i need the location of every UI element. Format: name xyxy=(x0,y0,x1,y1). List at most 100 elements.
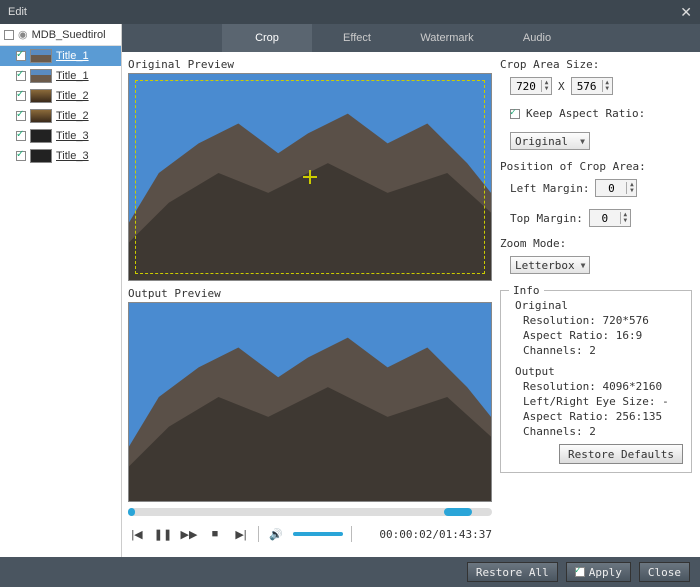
chevron-down-icon2: ▼ xyxy=(581,261,586,270)
root-checkbox[interactable] xyxy=(4,30,14,40)
item-label: Title_1 xyxy=(56,70,89,82)
ff-icon[interactable]: ▶▶ xyxy=(180,525,198,543)
spinner-arrows2[interactable]: ▲▼ xyxy=(602,80,612,92)
item-checkbox[interactable] xyxy=(16,151,26,161)
item-checkbox[interactable] xyxy=(16,91,26,101)
top-margin-label: Top Margin: xyxy=(510,212,583,225)
out-label: Output Preview xyxy=(128,287,492,300)
volume-slider[interactable] xyxy=(293,532,343,536)
sidebar-item[interactable]: Title_1 xyxy=(0,46,121,66)
left-margin-label: Left Margin: xyxy=(510,182,589,195)
item-label: Title_2 xyxy=(56,110,89,122)
item-checkbox[interactable] xyxy=(16,71,26,81)
ratio-select[interactable]: Original ▼ xyxy=(510,132,590,150)
x-sep: X xyxy=(558,80,565,93)
info-orig-ch: Channels: 2 xyxy=(523,344,683,357)
ratio-select-row: Original ▼ xyxy=(510,132,692,150)
tree: Title_1 Title_1 Title_2 Title_2 Title_3 Title… xyxy=(0,46,121,166)
info-orig-ar: Aspect Ratio: 16:9 xyxy=(523,329,683,342)
previews: Original Preview Output Preview xyxy=(128,58,492,553)
playback-controls: |◀ ❚❚ ▶▶ ■ ▶| 🔊 00:00:02/01:43:37 xyxy=(128,522,492,546)
stop-icon[interactable]: ■ xyxy=(206,525,224,543)
crop-center-icon[interactable] xyxy=(303,170,317,184)
left-margin-input[interactable]: ▲▼ xyxy=(595,179,637,197)
tab-effect[interactable]: Effect xyxy=(312,24,402,52)
left-margin-row: Left Margin: ▲▼ xyxy=(510,179,692,197)
keep-ratio-row: Keep Aspect Ratio: xyxy=(510,107,692,120)
tab-audio[interactable]: Audio xyxy=(492,24,582,52)
item-checkbox[interactable] xyxy=(16,111,26,121)
top-margin-field[interactable] xyxy=(590,212,620,225)
sidebar-root[interactable]: ◉ MDB_Suedtirol xyxy=(0,24,121,46)
sidebar-item[interactable]: Title_2 xyxy=(0,86,121,106)
info-out-h: Output xyxy=(515,365,683,378)
main: ◉ MDB_Suedtirol Title_1Title_1Title_2Tit… xyxy=(0,24,700,557)
top-margin-row: Top Margin: ▲▼ xyxy=(510,209,692,227)
zoom-row: Letterbox ▼ xyxy=(510,256,692,274)
info-out-ar: Aspect Ratio: 256:135 xyxy=(523,410,683,423)
item-label: Title_2 xyxy=(56,90,89,102)
zoom-select-value: Letterbox xyxy=(515,259,575,272)
volume-icon[interactable]: 🔊 xyxy=(267,525,285,543)
chevron-down-icon: ▼ xyxy=(580,137,585,146)
time-display: 00:00:02/01:43:37 xyxy=(379,528,492,541)
titlebar: Edit ✕ xyxy=(0,0,700,24)
item-checkbox[interactable] xyxy=(16,51,26,61)
sidebar-item[interactable]: Title_3 xyxy=(0,126,121,146)
crop-width-input[interactable]: ▲▼ xyxy=(510,77,552,95)
disc-icon: ◉ xyxy=(18,28,28,41)
sidebar-item[interactable]: Title_3 xyxy=(0,146,121,166)
apply-label: Apply xyxy=(589,566,622,579)
thumbnail xyxy=(30,49,52,63)
prev-icon[interactable]: |◀ xyxy=(128,525,146,543)
info-out-res: Resolution: 4096*2160 xyxy=(523,380,683,393)
info-legend: Info xyxy=(509,284,544,297)
orig-label: Original Preview xyxy=(128,58,492,71)
item-checkbox[interactable] xyxy=(16,131,26,141)
info-box: Info Original Resolution: 720*576 Aspect… xyxy=(500,290,692,473)
output-preview xyxy=(128,302,492,502)
info-orig-h: Original xyxy=(515,299,683,312)
divider2 xyxy=(351,526,352,542)
keep-ratio-checkbox[interactable] xyxy=(510,109,520,119)
ratio-select-value: Original xyxy=(515,135,568,148)
restore-all-button[interactable]: Restore All xyxy=(467,562,558,582)
zoom-select[interactable]: Letterbox ▼ xyxy=(510,256,590,274)
close-button[interactable]: Close xyxy=(639,562,690,582)
restore-defaults-button[interactable]: Restore Defaults xyxy=(559,444,683,464)
crop-height-input[interactable]: ▲▼ xyxy=(571,77,613,95)
item-label: Title_3 xyxy=(56,130,89,142)
divider xyxy=(258,526,259,542)
close-icon[interactable]: ✕ xyxy=(680,4,692,21)
pos-label: Position of Crop Area: xyxy=(500,160,692,173)
scrubber[interactable] xyxy=(128,508,492,516)
sidebar-item[interactable]: Title_1 xyxy=(0,66,121,86)
keep-ratio-label: Keep Aspect Ratio: xyxy=(526,107,645,120)
spinner-arrows3[interactable]: ▲▼ xyxy=(626,182,636,194)
left-margin-field[interactable] xyxy=(596,182,626,195)
info-out-eye: Left/Right Eye Size: - xyxy=(523,395,683,408)
crop-size-label: Crop Area Size: xyxy=(500,58,692,71)
apply-button[interactable]: Apply xyxy=(566,562,631,582)
thumbnail xyxy=(30,69,52,83)
crop-width-field[interactable] xyxy=(511,80,541,93)
window-title: Edit xyxy=(8,6,27,18)
scrubber-progress xyxy=(128,508,135,516)
top-margin-input[interactable]: ▲▼ xyxy=(589,209,631,227)
spinner-arrows4[interactable]: ▲▼ xyxy=(620,212,630,224)
tab-watermark[interactable]: Watermark xyxy=(402,24,492,52)
crop-size-row: ▲▼ X ▲▼ xyxy=(510,77,692,95)
tab-crop[interactable]: Crop xyxy=(222,24,312,52)
thumbnail xyxy=(30,129,52,143)
sidebar-item[interactable]: Title_2 xyxy=(0,106,121,126)
original-preview[interactable] xyxy=(128,73,492,281)
thumbnail xyxy=(30,109,52,123)
spinner-arrows[interactable]: ▲▼ xyxy=(541,80,551,92)
next-icon[interactable]: ▶| xyxy=(232,525,250,543)
apply-check-icon xyxy=(575,567,585,577)
crop-height-field[interactable] xyxy=(572,80,602,93)
thumbnail xyxy=(30,89,52,103)
item-label: Title_3 xyxy=(56,150,89,162)
scrubber-end xyxy=(444,508,472,516)
pause-icon[interactable]: ❚❚ xyxy=(154,525,172,543)
